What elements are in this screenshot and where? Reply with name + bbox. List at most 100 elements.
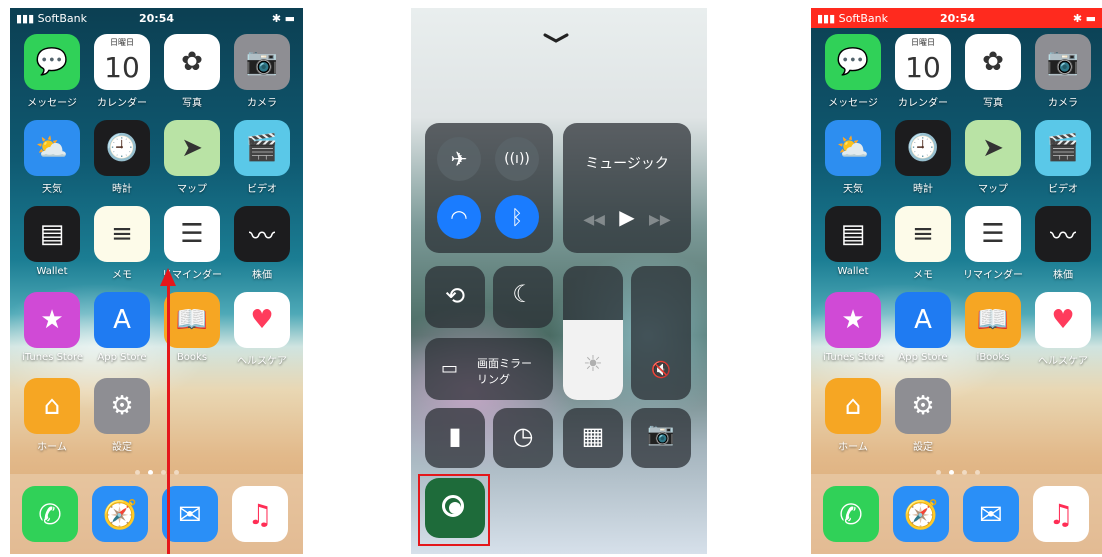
- brightness-slider[interactable]: ☀: [563, 266, 623, 400]
- safari-icon[interactable]: 🧭: [92, 486, 148, 542]
- app-label: メモ: [913, 270, 933, 281]
- play-icon[interactable]: ▶: [619, 205, 634, 229]
- app-app-store[interactable]: A App Store: [893, 292, 953, 363]
- app-wallet[interactable]: ▤ Wallet: [823, 206, 883, 277]
- app-label: ヘルスケア: [237, 356, 287, 367]
- airplay-icon: ▭: [441, 358, 459, 379]
- app-clock[interactable]: 🕘 時計: [92, 120, 152, 195]
- app-stocks[interactable]: 〰株価: [232, 206, 292, 281]
- app-maps[interactable]: ➤ マップ: [963, 120, 1023, 195]
- phone-icon[interactable]: ✆: [823, 486, 879, 542]
- photos-icon: ✿: [965, 34, 1021, 90]
- antenna-icon: ((ı)): [504, 151, 530, 167]
- app-messages[interactable]: 💬 メッセージ: [823, 34, 883, 109]
- chevron-down-icon[interactable]: [543, 33, 569, 43]
- camera-glyph: 📷: [245, 47, 279, 77]
- status-bar: ▮▮▮ SoftBank 20:54 ✱ ▬: [10, 8, 303, 28]
- safari-glyph: 🧭: [903, 497, 939, 531]
- app-reminders[interactable]: ☰ リマインダー: [963, 206, 1023, 281]
- do-not-disturb-button[interactable]: ☾: [493, 266, 553, 328]
- stocks-glyph: 〰: [248, 221, 275, 252]
- app-clock[interactable]: 🕘 時計: [893, 120, 953, 195]
- app-label: リマインダー: [963, 270, 1023, 281]
- health-glyph: ♥: [1051, 305, 1075, 335]
- app-label: カメラ: [1048, 98, 1078, 109]
- rotation-lock-button[interactable]: ⟲: [425, 266, 485, 328]
- app-home-app[interactable]: ⌂ ホーム: [22, 378, 82, 453]
- mail-icon[interactable]: ✉: [963, 486, 1019, 542]
- mail-icon[interactable]: ✉: [162, 486, 218, 542]
- ibooks-icon: 📖: [164, 292, 220, 348]
- app-ibooks[interactable]: 📖 iBooks: [963, 292, 1023, 363]
- time-label: 20:54: [138, 12, 174, 25]
- ibooks-icon: 📖: [965, 292, 1021, 348]
- stocks-icon: 〰: [234, 206, 290, 262]
- music-panel[interactable]: ミュージック ◀◀ ▶ ▶▶: [563, 123, 691, 253]
- itunes-store-glyph: ★: [841, 305, 865, 335]
- app-videos[interactable]: 🎬 ビデオ: [1033, 120, 1093, 195]
- music-icon[interactable]: ♫: [232, 486, 288, 542]
- home-app-icon: ⌂: [24, 378, 80, 434]
- app-camera[interactable]: 📷 カメラ: [232, 34, 292, 109]
- safari-icon[interactable]: 🧭: [893, 486, 949, 542]
- app-notes[interactable]: ≡ メモ: [893, 206, 953, 281]
- control-center-screen: ✈ ((ı)) ◠ ᛒ ミュージック ◀◀ ▶ ▶▶ ⟲ ☾ ▭ 画面ミラー リ…: [411, 8, 707, 554]
- app-settings[interactable]: ⚙ 設定: [92, 378, 152, 453]
- weather-glyph: ⛅: [836, 133, 870, 163]
- app-home-app[interactable]: ⌂ ホーム: [823, 378, 883, 453]
- screen-mirroring-button[interactable]: ▭ 画面ミラー リング: [425, 338, 553, 400]
- app-itunes-store[interactable]: ★ iTunes Store: [22, 292, 83, 363]
- next-track-icon[interactable]: ▶▶: [649, 212, 671, 228]
- cellular-toggle[interactable]: ((ı)): [495, 137, 539, 181]
- app-itunes-store[interactable]: ★ iTunes Store: [823, 292, 884, 363]
- previous-track-icon[interactable]: ◀◀: [583, 212, 605, 228]
- maps-glyph: ➤: [181, 133, 203, 163]
- reminders-glyph: ☰: [981, 219, 1005, 249]
- notes-glyph: ≡: [912, 219, 934, 249]
- app-calendar[interactable]: 日曜日 10 カレンダー: [893, 34, 953, 109]
- app-label: ヘルスケア: [1038, 356, 1088, 367]
- app-label: 天気: [42, 184, 62, 195]
- mail-glyph: ✉: [979, 497, 1003, 531]
- phone-glyph: ✆: [38, 497, 62, 531]
- app-stocks[interactable]: 〰株価: [1033, 206, 1093, 281]
- reminders-icon: ☰: [164, 206, 220, 262]
- music-icon[interactable]: ♫: [1033, 486, 1089, 542]
- mute-icon: 🔇: [651, 360, 671, 379]
- airplane-mode-toggle[interactable]: ✈: [437, 137, 481, 181]
- app-label: 写真: [182, 98, 202, 109]
- volume-slider[interactable]: 🔇: [631, 266, 691, 400]
- app-weather[interactable]: ⛅ 天気: [22, 120, 82, 195]
- camera-button[interactable]: 📷: [631, 408, 691, 468]
- app-health[interactable]: ♥ ヘルスケア: [232, 292, 292, 367]
- app-settings[interactable]: ⚙ 設定: [893, 378, 953, 453]
- phone-icon[interactable]: ✆: [22, 486, 78, 542]
- app-wallet[interactable]: ▤ Wallet: [22, 206, 82, 277]
- wifi-toggle[interactable]: ◠: [437, 195, 481, 239]
- maps-glyph: ➤: [982, 133, 1004, 163]
- photos-glyph: ✿: [181, 47, 203, 77]
- app-calendar[interactable]: 日曜日 10 カレンダー: [92, 34, 152, 109]
- bluetooth-toggle[interactable]: ᛒ: [495, 195, 539, 239]
- app-weather[interactable]: ⛅ 天気: [823, 120, 883, 195]
- app-photos[interactable]: ✿ 写真: [963, 34, 1023, 109]
- app-notes[interactable]: ≡ メモ: [92, 206, 152, 281]
- timer-button[interactable]: ◷: [493, 408, 553, 468]
- calculator-button[interactable]: ▦: [563, 408, 623, 468]
- calendar-icon: 日曜日 10: [94, 34, 150, 90]
- app-app-store[interactable]: A App Store: [92, 292, 152, 363]
- app-messages[interactable]: 💬 メッセージ: [22, 34, 82, 109]
- itunes-store-icon: ★: [825, 292, 881, 348]
- app-label: メッセージ: [828, 98, 878, 109]
- app-camera[interactable]: 📷 カメラ: [1033, 34, 1093, 109]
- app-ibooks[interactable]: 📖 Books: [162, 292, 222, 363]
- flashlight-button[interactable]: ▮: [425, 408, 485, 468]
- app-label: カレンダー: [898, 98, 948, 109]
- home-screen-right: ▮▮▮ SoftBank 20:54 ✱ ▬ 💬 メッセージ 日曜日 10 カレンダー ✿…: [811, 8, 1102, 554]
- app-photos[interactable]: ✿ 写真: [162, 34, 222, 109]
- app-maps[interactable]: ➤ マップ: [162, 120, 222, 195]
- videos-icon: 🎬: [234, 120, 290, 176]
- app-videos[interactable]: 🎬 ビデオ: [232, 120, 292, 195]
- health-icon: ♥: [234, 292, 290, 348]
- app-health[interactable]: ♥ ヘルスケア: [1033, 292, 1093, 367]
